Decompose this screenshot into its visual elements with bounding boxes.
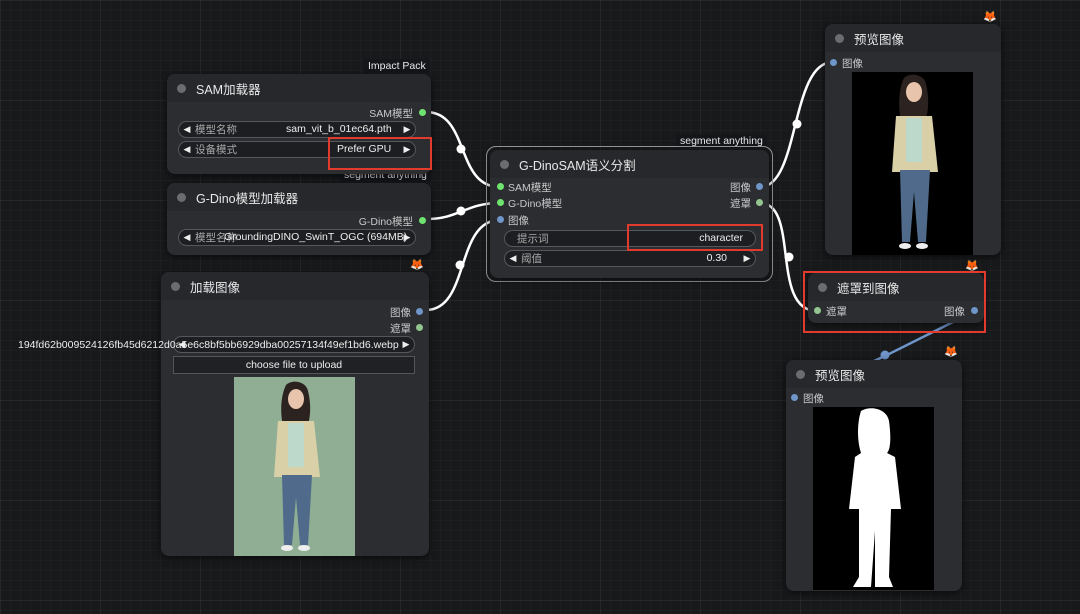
widget-label: 模型名称	[195, 124, 237, 136]
output-label-image: 图像	[730, 182, 751, 194]
widget-label: 设备模式	[195, 144, 237, 156]
node-header[interactable]: 预览图像	[825, 24, 1001, 52]
node-header[interactable]: 加载图像	[161, 272, 429, 300]
impact-pack-badge: Impact Pack	[364, 59, 430, 73]
fox-icon: 🦊	[944, 346, 958, 358]
output-port-sam-model[interactable]	[419, 109, 426, 116]
arrow-left-icon[interactable]: ◀	[179, 124, 195, 135]
woman-photo-icon	[234, 377, 355, 556]
output-port-mask[interactable]	[416, 324, 423, 331]
gdino-loader-node[interactable]: G-Dino模型加载器 G-Dino模型 ◀ 模型名称 GroundingDIN…	[167, 183, 431, 255]
node-title: G-Dino模型加载器	[196, 191, 299, 206]
input-port-image[interactable]	[497, 216, 504, 223]
collapse-dot-icon[interactable]	[835, 33, 844, 43]
arrow-left-icon[interactable]: ◀	[179, 144, 195, 155]
node-header[interactable]: 预览图像	[786, 360, 962, 388]
output-port-mask[interactable]	[756, 199, 763, 206]
preview-image-node-top[interactable]: 预览图像 图像	[825, 24, 1001, 255]
collapse-dot-icon[interactable]	[177, 192, 186, 202]
collapse-dot-icon[interactable]	[796, 369, 805, 379]
output-label: SAM模型	[369, 108, 413, 120]
node-header[interactable]: G-Dino模型加载器	[167, 183, 431, 211]
widget-label: 阈值	[521, 253, 542, 265]
image-filename: 194fd62b009524126fb45d6212d0a5e6c8bf5bb6…	[18, 339, 399, 351]
collapse-dot-icon[interactable]	[177, 83, 186, 93]
loaded-image	[234, 377, 355, 556]
node-title: 加载图像	[190, 280, 241, 295]
input-label-image: 图像	[803, 393, 824, 405]
input-label-image: 图像	[842, 58, 863, 70]
arrow-right-icon[interactable]: ▶	[398, 339, 414, 350]
arrow-left-icon[interactable]: ◀	[505, 253, 521, 264]
mask-preview-image	[813, 407, 934, 590]
upload-button[interactable]: choose file to upload	[173, 356, 415, 374]
input-port-sam-model[interactable]	[497, 183, 504, 190]
collapse-dot-icon[interactable]	[500, 159, 509, 169]
input-port-image[interactable]	[830, 59, 837, 66]
highlight-prompt	[627, 224, 763, 251]
arrow-left-icon[interactable]: ◀	[179, 232, 195, 243]
widget-label: 提示词	[517, 233, 549, 245]
node-header[interactable]: SAM加载器	[167, 74, 431, 102]
output-port-image[interactable]	[416, 308, 423, 315]
collapse-dot-icon[interactable]	[171, 281, 180, 291]
node-title: 预览图像	[815, 368, 866, 383]
gdino-model-combo[interactable]: ◀ 模型名称 GroundingDINO_SwinT_OGC (694MB) ▶	[178, 229, 416, 246]
highlight-mask-to-image	[803, 271, 986, 333]
input-port-image[interactable]	[791, 394, 798, 401]
input-label-gdino: G-Dino模型	[508, 198, 563, 210]
node-header[interactable]: G-DinoSAM语义分割	[490, 150, 769, 178]
fox-icon: 🦊	[983, 11, 997, 23]
node-title: SAM加载器	[196, 82, 261, 97]
arrow-right-icon[interactable]: ▶	[399, 124, 415, 135]
node-title: G-DinoSAM语义分割	[519, 158, 636, 173]
output-label-image: 图像	[390, 307, 411, 319]
input-label-image: 图像	[508, 215, 529, 227]
output-label-mask: 遮罩	[730, 198, 751, 210]
arrow-right-icon[interactable]: ▶	[739, 253, 755, 264]
output-port-image[interactable]	[756, 183, 763, 190]
segmented-woman-icon	[852, 72, 973, 255]
segmented-image	[852, 72, 973, 255]
input-port-gdino-model[interactable]	[497, 199, 504, 206]
widget-value: sam_vit_b_01ec64.pth	[286, 123, 392, 135]
output-label: G-Dino模型	[358, 216, 413, 228]
fox-icon: 🦊	[410, 259, 424, 271]
gdinosam-segment-node[interactable]: G-DinoSAM语义分割 SAM模型 G-Dino模型 图像 图像 遮罩 提示…	[490, 150, 769, 278]
widget-value: GroundingDINO_SwinT_OGC (694MB)	[224, 231, 408, 243]
model-name-combo[interactable]: ◀ 模型名称 sam_vit_b_01ec64.pth ▶	[178, 121, 416, 138]
mask-silhouette-icon	[813, 407, 934, 590]
threshold-value: 0.30	[706, 252, 727, 264]
load-image-node[interactable]: 加载图像 图像 遮罩 ◀ ▶ choose file to upload	[161, 272, 429, 556]
output-port-gdino-model[interactable]	[419, 217, 426, 224]
output-label-mask: 遮罩	[390, 323, 411, 335]
highlight-device-mode	[328, 137, 432, 170]
node-title: 预览图像	[854, 32, 905, 47]
preview-image-node-bottom[interactable]: 预览图像 图像	[786, 360, 962, 591]
threshold-number-field[interactable]: ◀ 阈值 0.30 ▶	[504, 250, 756, 267]
input-label-sam: SAM模型	[508, 182, 552, 194]
